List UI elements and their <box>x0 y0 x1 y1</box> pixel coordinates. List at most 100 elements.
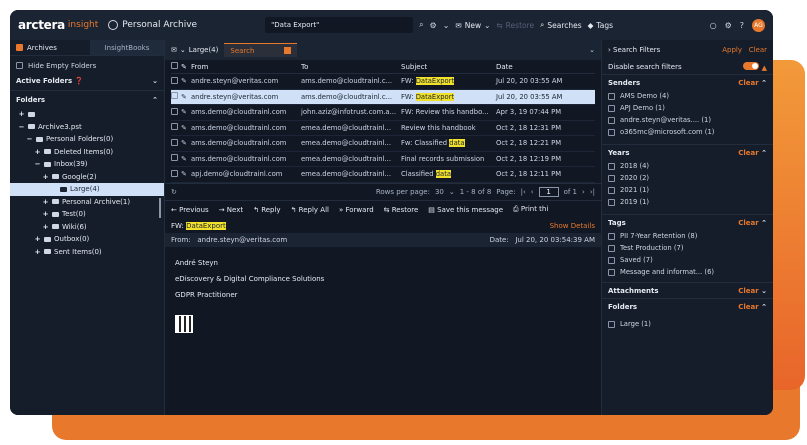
row-checkbox[interactable] <box>171 138 178 146</box>
table-row[interactable]: ✎ ams.demo@cloudtrainl.com emea.demo@cloud… <box>171 152 595 167</box>
tree-item[interactable]: − Archive3.pst <box>10 121 164 134</box>
refresh-icon[interactable]: ↻ <box>171 188 177 196</box>
sender-filter-item[interactable]: andre.steyn@veritas.... (1) <box>602 114 773 126</box>
sender-filter-item[interactable]: o365mc@microsoft.com (1) <box>602 126 773 138</box>
tag-filter-item[interactable]: Saved (7) <box>602 254 773 266</box>
hide-empty-checkbox[interactable] <box>16 62 23 69</box>
row-checkbox[interactable] <box>171 76 178 84</box>
collapse-icon[interactable]: − <box>34 160 41 168</box>
row-checkbox[interactable] <box>171 92 178 100</box>
scrollbar[interactable] <box>159 198 161 218</box>
status-icon[interactable]: ○ <box>710 21 717 30</box>
filter-checkbox[interactable] <box>608 174 615 182</box>
table-row[interactable]: ✎ ams.demo@cloudtrainl.com emea.demo@cloud… <box>171 136 595 152</box>
help-icon[interactable]: ? <box>740 21 744 30</box>
tree-item[interactable]: + <box>10 108 164 121</box>
apply-filters-button[interactable]: Apply <box>722 46 742 54</box>
tree-item[interactable]: + Wiki(6) <box>10 221 164 234</box>
previous-button[interactable]: ← Previous <box>171 206 209 214</box>
tags-button[interactable]: ◆ Tags <box>588 21 613 30</box>
prev-page-icon[interactable]: ‹ <box>531 188 534 196</box>
clear-tags-button[interactable]: Clear <box>738 219 758 227</box>
collapse-icon[interactable]: − <box>18 123 25 131</box>
clear-attachments-button[interactable]: Clear <box>738 287 758 295</box>
expand-icon[interactable]: + <box>42 173 49 181</box>
folder-filter-item[interactable]: Large (1) <box>602 318 773 330</box>
clear-filters-button[interactable]: Clear <box>749 46 767 54</box>
next-button[interactable]: → Next <box>219 206 243 214</box>
tag-filter-item[interactable]: Message and informat... (6) <box>602 266 773 278</box>
avatar[interactable]: AG <box>752 18 765 32</box>
hide-empty-toggle[interactable]: Hide Empty Folders <box>10 59 164 72</box>
page-input[interactable]: 1 <box>538 186 559 197</box>
tree-item[interactable]: + Google(2) <box>10 171 164 184</box>
tree-item[interactable]: + Deleted Items(0) <box>10 146 164 159</box>
col-date[interactable]: Date <box>496 63 581 71</box>
filter-checkbox[interactable] <box>608 92 615 100</box>
expand-icon[interactable]: + <box>34 248 41 256</box>
close-tab-icon[interactable] <box>284 47 292 54</box>
filter-checkbox[interactable] <box>608 198 615 206</box>
sender-filter-item[interactable]: AMS Demo (4) <box>602 90 773 102</box>
first-page-icon[interactable]: |‹ <box>521 188 526 196</box>
clear-folders-button[interactable]: Clear <box>738 303 758 311</box>
col-to[interactable]: To <box>301 63 401 71</box>
searches-button[interactable]: ⌕ Searches <box>540 20 582 30</box>
tab-folder-large[interactable]: ✉ ⌄ Large(4) <box>171 46 218 54</box>
year-filter-item[interactable]: 2019 (1) <box>602 196 773 208</box>
last-page-icon[interactable]: ›| <box>590 188 595 196</box>
filter-checkbox[interactable] <box>608 186 615 194</box>
tags-section-header[interactable]: Tags Clear ⌃ <box>602 214 773 230</box>
reply-all-button[interactable]: ↰ Reply All <box>291 206 329 214</box>
tree-item[interactable]: + Sent Items(0) <box>10 246 164 259</box>
expand-icon[interactable]: + <box>18 110 25 118</box>
restore-button[interactable]: ⇆ Restore <box>496 21 534 30</box>
tab-archives[interactable]: Archives <box>10 40 90 55</box>
filter-checkbox[interactable] <box>608 320 615 328</box>
table-row[interactable]: ✎ ams.demo@cloudtrainl.com john.aziz@infot… <box>171 105 595 121</box>
table-row[interactable]: ✎ andre.steyn@veritas.com ams.demo@cloudtr… <box>171 74 595 90</box>
tree-item[interactable]: + Outbox(0) <box>10 233 164 246</box>
tab-insightbooks[interactable]: InsightBooks <box>90 40 164 55</box>
next-page-icon[interactable]: › <box>582 188 585 196</box>
years-section-header[interactable]: Years Clear ⌃ <box>602 144 773 160</box>
expand-icon[interactable]: + <box>42 223 49 231</box>
row-checkbox[interactable] <box>171 123 178 131</box>
year-filter-item[interactable]: 2020 (2) <box>602 172 773 184</box>
rows-per-page-select[interactable]: 30 <box>435 188 444 196</box>
col-subject[interactable]: Subject <box>401 63 496 71</box>
disable-filters-toggle[interactable] <box>743 62 760 70</box>
tree-item[interactable]: − Inbox(39) <box>10 158 164 171</box>
top-search-input[interactable]: "Data Export" <box>265 17 414 33</box>
clear-senders-button[interactable]: Clear <box>738 79 758 87</box>
year-filter-item[interactable]: 2018 (4) <box>602 160 773 172</box>
expand-icon[interactable]: + <box>42 210 49 218</box>
row-checkbox[interactable] <box>171 169 178 177</box>
save-message-button[interactable]: ▤ Save this message <box>428 206 503 214</box>
tree-item[interactable]: + Personal Archive(1) <box>10 196 164 209</box>
folders-section-header[interactable]: Folders Clear ⌃ <box>602 298 773 314</box>
tree-item[interactable]: − Personal Folders(0) <box>10 133 164 146</box>
select-all-checkbox[interactable] <box>171 62 178 69</box>
table-row[interactable]: ✎ apj.demo@cloudtrainl.com emea.demo@cloud… <box>171 167 595 183</box>
row-checkbox[interactable] <box>171 154 178 162</box>
reply-button[interactable]: ↰ Reply <box>253 206 280 214</box>
attachments-section-header[interactable]: Attachments Clear ⌄ <box>602 282 773 298</box>
filter-checkbox[interactable] <box>608 116 615 124</box>
row-checkbox[interactable] <box>171 107 178 115</box>
filter-checkbox[interactable] <box>608 232 615 240</box>
sender-filter-item[interactable]: APJ Demo (1) <box>602 102 773 114</box>
search-icon[interactable]: ⌕ <box>419 20 423 30</box>
filter-checkbox[interactable] <box>608 244 615 252</box>
collapse-icon[interactable]: − <box>26 135 33 143</box>
chevron-down-icon[interactable]: ⌄ <box>589 46 595 54</box>
filter-checkbox[interactable] <box>608 128 615 136</box>
forward-button[interactable]: » Forward <box>339 206 374 214</box>
print-button[interactable]: ⎙ Print thi <box>513 205 548 214</box>
chevron-down-icon[interactable]: ⌄ <box>443 21 450 30</box>
filter-checkbox[interactable] <box>608 268 615 276</box>
new-button[interactable]: ✉ New ⌄ <box>455 21 490 30</box>
restore-message-button[interactable]: ⇆ Restore <box>384 206 419 214</box>
tree-item[interactable]: + Test(0) <box>10 208 164 221</box>
table-row[interactable]: ✎ andre.steyn@veritas.com ams.demo@cloudtr… <box>171 89 595 105</box>
